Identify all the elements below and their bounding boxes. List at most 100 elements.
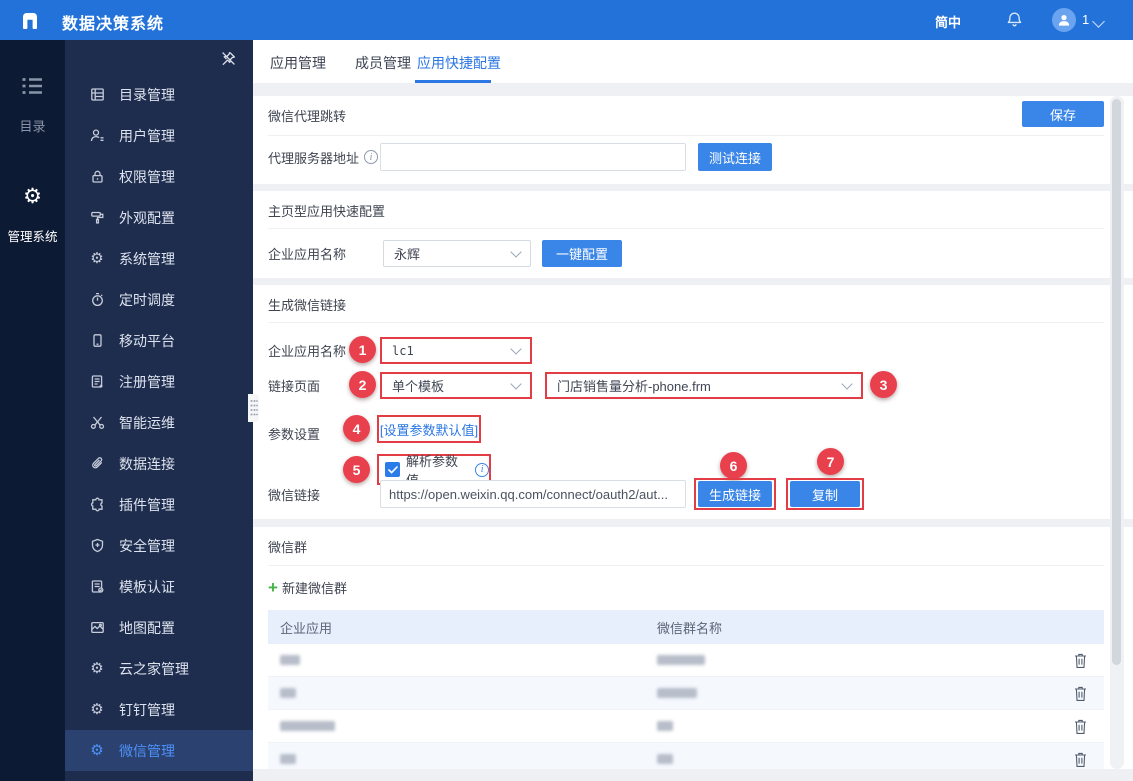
annotation-circle-1: 1 bbox=[349, 336, 376, 363]
wechat-group-section: 微信群 + 新建微信群 企业应用 微信群名称 bbox=[253, 527, 1133, 769]
gear-icon: ⚙ bbox=[90, 250, 104, 267]
homepage-config-section: 主页型应用快速配置 企业应用名称 永辉 一键配置 bbox=[253, 191, 1133, 278]
redacted-cell bbox=[280, 688, 296, 698]
chevron-down-icon bbox=[510, 342, 522, 355]
add-wechat-group-button[interactable]: + 新建微信群 bbox=[268, 578, 347, 597]
divider bbox=[268, 135, 1104, 136]
redacted-cell bbox=[280, 655, 300, 665]
divider bbox=[268, 322, 1104, 323]
sidebar-item-appearance[interactable]: 外观配置 bbox=[65, 197, 253, 238]
wechat-group-table: 企业应用 微信群名称 bbox=[268, 610, 1104, 769]
admin-rail-label[interactable]: 管理系统 bbox=[0, 226, 65, 245]
sidebar-item-security[interactable]: 安全管理 bbox=[65, 525, 253, 566]
sidebar-item-plugins[interactable]: 插件管理 bbox=[65, 484, 253, 525]
delete-trash-icon[interactable] bbox=[1073, 718, 1088, 735]
wechat-proxy-section: 微信代理跳转 保存 代理服务器地址 i 测试连接 bbox=[253, 96, 1133, 184]
generate-link-section: 生成微信链接 企业应用名称 1 lc1 链接页面 2 单个模板 门店销售量分析-… bbox=[253, 285, 1133, 519]
tab-app-management[interactable]: 应用管理 bbox=[270, 53, 326, 73]
annotation-circle-4: 4 bbox=[343, 415, 370, 442]
section-title: 主页型应用快速配置 bbox=[268, 204, 386, 219]
link-page-label: 链接页面 bbox=[268, 379, 321, 394]
unpin-icon[interactable] bbox=[220, 50, 237, 67]
link-app-name-label: 企业应用名称 bbox=[268, 344, 347, 359]
annotation-box-param-default: [设置参数默认值] bbox=[377, 415, 481, 443]
annotation-box-copy: 复制 bbox=[786, 478, 864, 510]
divider bbox=[268, 565, 1104, 566]
gear-icon: ⚙ bbox=[90, 742, 104, 759]
annotation-circle-5: 5 bbox=[343, 456, 370, 483]
catalog-rail-label[interactable]: 目录 bbox=[0, 116, 65, 135]
person-icon bbox=[1058, 15, 1070, 26]
template-select[interactable]: 门店销售量分析-phone.frm bbox=[545, 372, 863, 399]
user-avatar[interactable] bbox=[1052, 8, 1076, 32]
info-icon[interactable]: i bbox=[475, 462, 489, 477]
sidebar-item-template-auth[interactable]: 模板认证 bbox=[65, 566, 253, 607]
redacted-cell bbox=[657, 754, 673, 764]
link-app-name-select[interactable]: lc1 bbox=[380, 337, 532, 364]
annotation-box-generate: 生成链接 bbox=[694, 478, 776, 510]
sidebar-item-data-connection[interactable]: 数据连接 bbox=[65, 443, 253, 484]
catalog-rail-item[interactable] bbox=[0, 76, 65, 101]
delete-trash-icon[interactable] bbox=[1073, 751, 1088, 768]
notification-bell-icon[interactable] bbox=[1006, 11, 1023, 29]
annotation-circle-6: 6 bbox=[720, 452, 747, 479]
sidebar-item-system[interactable]: ⚙ 系统管理 bbox=[65, 238, 253, 279]
redacted-cell bbox=[657, 655, 705, 665]
tab-member-management[interactable]: 成员管理 bbox=[355, 53, 411, 73]
user-badge: 1 bbox=[1082, 12, 1090, 27]
sidebar-item-yunzhijia[interactable]: ⚙ 云之家管理 bbox=[65, 648, 253, 689]
sidebar-item-schedule[interactable]: 定时调度 bbox=[65, 279, 253, 320]
register-doc-icon bbox=[88, 374, 106, 389]
sidebar-item-users[interactable]: 用户管理 bbox=[65, 115, 253, 156]
paint-roller-icon bbox=[88, 210, 106, 225]
sidebar-item-register[interactable]: 注册管理 bbox=[65, 361, 253, 402]
page-type-select[interactable]: 单个模板 bbox=[380, 372, 532, 399]
shield-icon bbox=[88, 538, 106, 553]
test-connection-button[interactable]: 测试连接 bbox=[698, 143, 772, 171]
divider bbox=[268, 228, 1104, 229]
scrollbar-thumb[interactable] bbox=[1112, 99, 1121, 665]
sidebar-item-mobile[interactable]: 移动平台 bbox=[65, 320, 253, 361]
annotation-circle-7: 7 bbox=[817, 448, 844, 475]
parse-param-checkbox[interactable] bbox=[385, 462, 400, 477]
sidebar-item-dingtalk[interactable]: ⚙ 钉钉管理 bbox=[65, 689, 253, 730]
sidebar-item-ops[interactable]: 智能运维 bbox=[65, 402, 253, 443]
sidebar-item-map-config[interactable]: 地图配置 bbox=[65, 607, 253, 648]
sidebar-item-catalog[interactable]: 目录管理 bbox=[65, 74, 253, 115]
wechat-link-label: 微信链接 bbox=[268, 487, 321, 503]
grip-dots-icon bbox=[250, 400, 258, 416]
delete-trash-icon[interactable] bbox=[1073, 652, 1088, 669]
plus-icon: + bbox=[268, 578, 278, 597]
enterprise-app-select[interactable]: 永辉 bbox=[383, 240, 531, 267]
chevron-down-icon bbox=[510, 377, 522, 390]
tab-app-quick-config[interactable]: 应用快捷配置 bbox=[417, 53, 501, 73]
redacted-cell bbox=[280, 754, 296, 764]
wechat-link-input[interactable] bbox=[380, 480, 686, 508]
col-header-group-name: 微信群名称 bbox=[657, 620, 723, 636]
redacted-cell bbox=[280, 721, 335, 731]
copy-button[interactable]: 复制 bbox=[790, 481, 860, 507]
sidebar-resize-grip[interactable] bbox=[248, 394, 259, 422]
chevron-down-icon[interactable] bbox=[1092, 15, 1105, 28]
save-button[interactable]: 保存 bbox=[1022, 101, 1104, 127]
delete-trash-icon[interactable] bbox=[1073, 685, 1088, 702]
col-header-enterprise-app: 企业应用 bbox=[280, 620, 333, 636]
set-param-default-link[interactable]: [设置参数默认值] bbox=[380, 420, 478, 439]
proxy-server-input[interactable] bbox=[380, 143, 686, 171]
enterprise-app-label: 企业应用名称 bbox=[268, 247, 347, 262]
admin-gear-icon[interactable]: ⚙ bbox=[0, 184, 65, 209]
one-click-config-button[interactable]: 一键配置 bbox=[542, 240, 622, 267]
sidebar-item-wechat[interactable]: ⚙ 微信管理 bbox=[65, 730, 253, 771]
chevron-down-icon bbox=[510, 245, 522, 258]
sidebar: 目录管理 用户管理 权限管理 外观配置 ⚙ 系统管理 定时调度 移动平台 注册管… bbox=[65, 40, 253, 781]
app-window: 数据决策系统 简中 1 目录 ⚙ 管理系统 目录管理 用户管理 权限管理 外观配… bbox=[0, 0, 1133, 781]
sidebar-item-permissions[interactable]: 权限管理 bbox=[65, 156, 253, 197]
language-switcher[interactable]: 简中 bbox=[935, 12, 961, 31]
generate-link-button[interactable]: 生成链接 bbox=[698, 481, 772, 507]
redacted-cell bbox=[657, 721, 673, 731]
chevron-down-icon bbox=[841, 377, 853, 390]
sidebar-menu: 目录管理 用户管理 权限管理 外观配置 ⚙ 系统管理 定时调度 移动平台 注册管… bbox=[65, 74, 253, 771]
active-tab-underline bbox=[415, 80, 491, 83]
info-icon[interactable]: i bbox=[364, 150, 379, 164]
table-row bbox=[268, 710, 1104, 743]
